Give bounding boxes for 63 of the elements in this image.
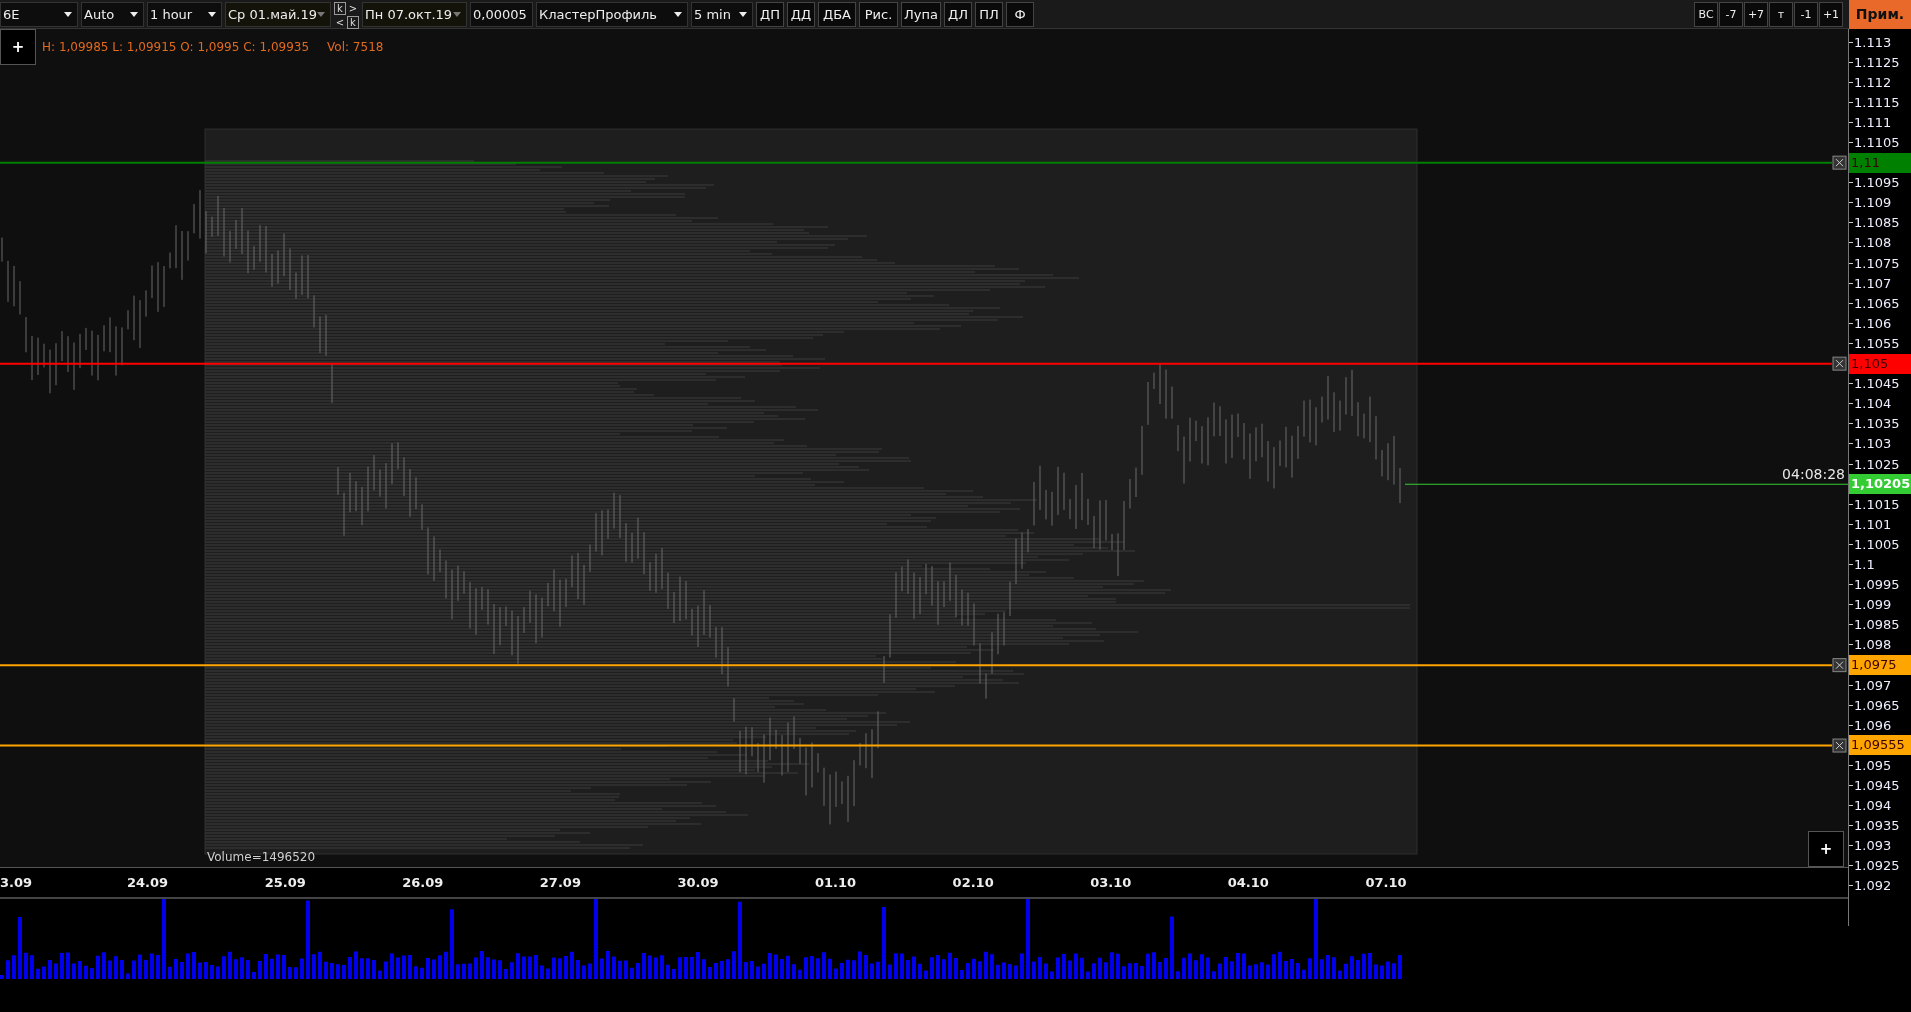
nav-button[interactable]: <: [334, 15, 346, 29]
toolbar-button[interactable]: ДБА: [818, 1, 856, 27]
price-level-label: 1,11: [1849, 152, 1911, 173]
date-label: 01.10: [815, 874, 857, 890]
toolbar-button[interactable]: т: [1769, 1, 1793, 27]
toolbar-button[interactable]: ДД: [787, 1, 815, 27]
nav-button[interactable]: >: [347, 1, 359, 15]
toolbar-button[interactable]: -1: [1794, 1, 1818, 27]
caret-icon: [208, 11, 216, 17]
toolbar-button[interactable]: Рис.: [859, 1, 898, 27]
date-label: 03.10: [1090, 874, 1132, 890]
toolbar-button[interactable]: ДЛ: [944, 1, 972, 27]
ohlc-info: H: 1,09985 L: 1,09915 O: 1,0995 C: 1,09935: [42, 40, 310, 54]
toolbar-button[interactable]: Ф: [1006, 1, 1034, 27]
dropdown[interactable]: 5 min: [691, 1, 753, 27]
date-label: 02.10: [952, 874, 994, 890]
price-level-label: 1,105: [1849, 353, 1911, 374]
nav-button[interactable]: k: [334, 1, 346, 15]
add-button[interactable]: +: [1808, 831, 1844, 867]
dropdown[interactable]: 1 hour: [147, 1, 222, 27]
close-icon[interactable]: [1832, 155, 1847, 170]
caret-icon: [130, 11, 138, 17]
close-icon[interactable]: [1832, 738, 1847, 753]
close-icon[interactable]: [1832, 356, 1847, 371]
date-label: 27.09: [539, 874, 581, 890]
date-label: 24.09: [127, 874, 169, 890]
toolbar-button[interactable]: ПЛ: [975, 1, 1003, 27]
toolbar-button[interactable]: +7: [1744, 1, 1768, 27]
volume-info: Vol: 7518: [327, 40, 384, 54]
caret-icon: [674, 11, 682, 17]
toolbar-button[interactable]: ВС: [1694, 1, 1718, 27]
toolbar-button[interactable]: Лупа: [901, 1, 941, 27]
date-label: 25.09: [264, 874, 306, 890]
dropdown[interactable]: Auto: [81, 1, 144, 27]
price-tick-label: 1.1105: [1849, 135, 1900, 150]
price-tick-label: 1.0945: [1849, 778, 1900, 793]
date-label: 07.10: [1365, 874, 1407, 890]
current-price-label: 1,10205: [1849, 474, 1911, 495]
toolbar-button[interactable]: ДП: [756, 1, 784, 27]
toolbar-button[interactable]: +1: [1819, 1, 1843, 27]
step-field[interactable]: 0,00005: [470, 1, 533, 27]
price-level-label: 1,09555: [1849, 735, 1911, 756]
profile-volume-label: Volume=1496520: [207, 850, 316, 864]
date-dropdown[interactable]: Пн 07.окт.19: [362, 1, 467, 27]
date-label: 04.10: [1227, 874, 1269, 890]
add-button[interactable]: +: [0, 29, 36, 65]
apply-button[interactable]: Прим.: [1849, 0, 1911, 29]
date-dropdown[interactable]: Ср 01.май.19: [225, 1, 331, 27]
dropdown[interactable]: КластерПрофиль: [536, 1, 688, 27]
caret-icon: [317, 11, 325, 17]
caret-icon: [64, 11, 72, 17]
date-label: 26.09: [402, 874, 444, 890]
price-tick-label: 1.1: [1849, 557, 1875, 572]
close-icon[interactable]: [1832, 658, 1847, 673]
date-label: 30.09: [677, 874, 719, 890]
caret-icon: [739, 11, 747, 17]
date-label: 3.09: [0, 874, 33, 890]
price-level-label: 1,0975: [1849, 654, 1911, 675]
time-left-label: 04:08:28: [1782, 466, 1845, 483]
toolbar-button[interactable]: -7: [1719, 1, 1743, 27]
dropdown[interactable]: 6E: [0, 1, 78, 27]
nav-button[interactable]: k: [347, 15, 359, 29]
caret-icon: [453, 11, 461, 17]
